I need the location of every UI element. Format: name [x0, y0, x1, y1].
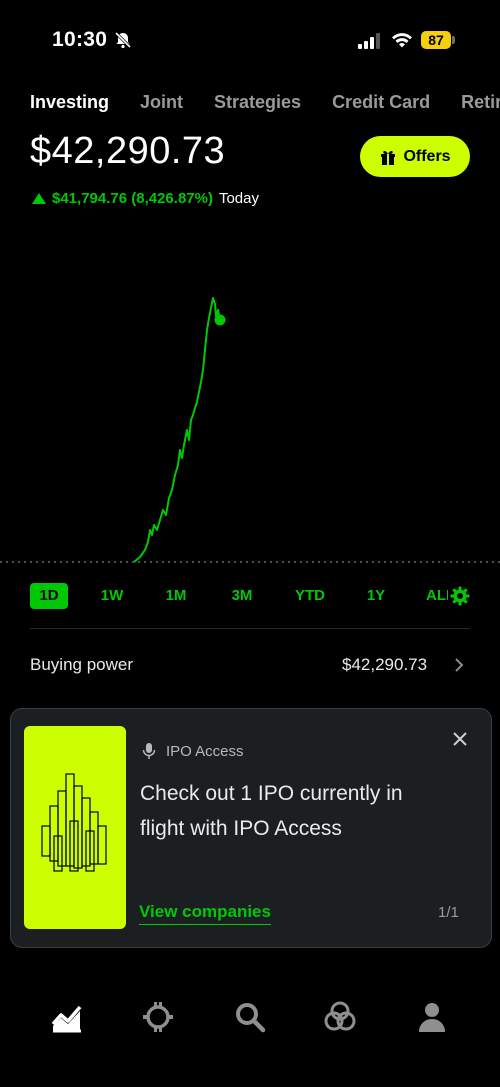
view-companies-link[interactable]: View companies	[139, 902, 271, 925]
status-time: 10:30	[52, 28, 108, 51]
card-pager: 1/1	[438, 904, 459, 921]
tab-strategies[interactable]: Strategies	[214, 92, 301, 113]
buying-power-label[interactable]: Buying power	[30, 655, 133, 675]
ipo-illustration	[24, 726, 126, 929]
current-price-dot	[214, 314, 226, 326]
close-icon[interactable]	[450, 729, 470, 749]
portfolio-change: $41,794.76 (8,426.87%) Today	[32, 190, 259, 207]
account-icon[interactable]	[415, 1000, 449, 1034]
change-period: Today	[218, 190, 259, 207]
account-tabs: Investing Joint Strategies Credit Card R…	[30, 92, 500, 113]
offers-button[interactable]: Offers	[360, 136, 470, 177]
buying-power-value[interactable]: $42,290.73	[342, 655, 427, 675]
battery-indicator: 87	[421, 31, 451, 49]
range-1m[interactable]: 1M	[158, 583, 194, 609]
chevron-right-icon[interactable]	[452, 655, 466, 675]
ipo-card-body: Check out 1 IPO currently in flight with…	[140, 782, 403, 840]
range-1w[interactable]: 1W	[94, 583, 130, 609]
price-line	[133, 297, 221, 563]
chart-icon[interactable]	[50, 1000, 84, 1034]
range-3m[interactable]: 3M	[224, 583, 260, 609]
cellular-signal-icon	[358, 33, 380, 49]
ipo-eyebrow: IPO Access	[142, 742, 244, 760]
wifi-icon	[392, 33, 412, 48]
tab-credit-card[interactable]: Credit Card	[332, 92, 430, 113]
bell-muted-icon	[114, 31, 132, 49]
range-ytd[interactable]: YTD	[292, 583, 328, 609]
portfolio-chart[interactable]	[0, 280, 500, 580]
tab-joint[interactable]: Joint	[140, 92, 183, 113]
change-amount: $41,794.76 (8,426.87%)	[52, 190, 213, 207]
tab-investing[interactable]: Investing	[30, 92, 109, 113]
microphone-icon	[142, 743, 156, 759]
gear-icon[interactable]	[450, 586, 470, 606]
offers-label: Offers	[403, 147, 451, 165]
gift-icon	[381, 150, 396, 165]
up-arrow-icon	[32, 193, 46, 204]
ipo-eyebrow-label: IPO Access	[166, 742, 244, 760]
search-icon[interactable]	[233, 1000, 267, 1034]
range-all[interactable]: ALL	[426, 583, 448, 609]
divider	[30, 628, 470, 629]
crypto-icon[interactable]	[141, 1000, 175, 1034]
network-icon[interactable]	[323, 1000, 357, 1034]
battery-tip	[452, 36, 455, 44]
tab-retirement[interactable]: Retire	[461, 92, 500, 113]
range-1d[interactable]: 1D	[30, 583, 68, 609]
range-1y[interactable]: 1Y	[358, 583, 394, 609]
portfolio-value: $42,290.73	[30, 130, 226, 172]
range-selector: 1D 1W 1M 3M YTD 1Y ALL	[30, 583, 470, 609]
building-bars-icon	[41, 773, 107, 872]
